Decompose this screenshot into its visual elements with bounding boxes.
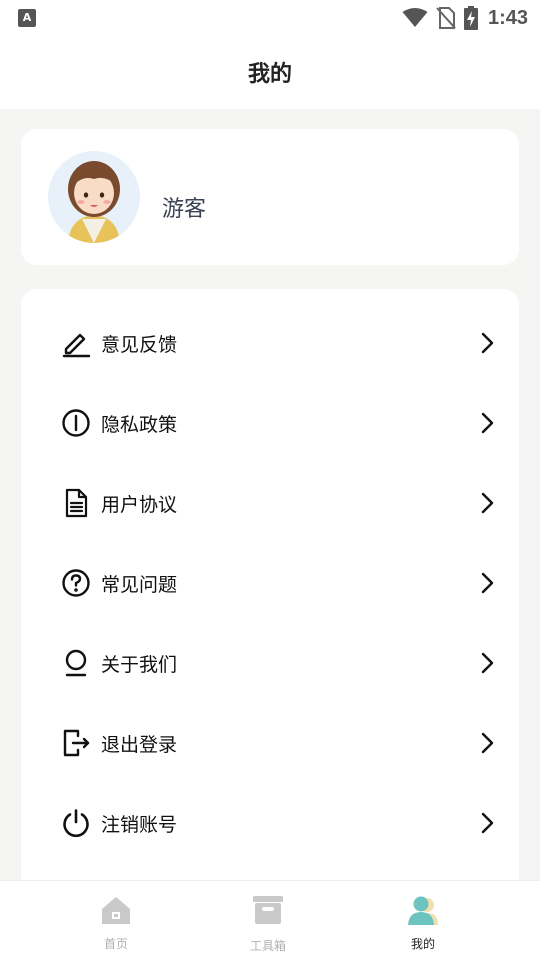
chevron-right-icon — [477, 731, 497, 755]
home-icon — [99, 893, 133, 927]
menu-item-label: 关于我们 — [101, 653, 178, 676]
tab-label: 我的 — [410, 937, 435, 951]
tab-label: 工具箱 — [249, 939, 286, 953]
chevron-right-icon — [477, 491, 497, 515]
toolbox-icon — [251, 893, 285, 927]
menu-item-label: 用户协议 — [101, 493, 178, 516]
tab-toolbox[interactable]: 工具箱 — [178, 881, 358, 960]
avatar-illustration — [68, 161, 120, 243]
chevron-right-icon — [477, 331, 497, 355]
page-title: 我的 — [247, 61, 292, 87]
battery-charging-icon — [463, 6, 478, 30]
wifi-icon — [402, 8, 428, 27]
menu-item-label: 意见反馈 — [101, 333, 178, 356]
profile-icon — [406, 893, 440, 927]
chevron-right-icon — [477, 571, 497, 595]
app-notification-icon: A — [18, 9, 36, 27]
status-time: 1:43 — [487, 6, 528, 29]
menu-item-feedback[interactable]: 意见反馈 — [21, 303, 519, 383]
status-icons: 1:43 — [402, 4, 528, 32]
info-circle-icon — [59, 406, 93, 440]
pen-icon — [59, 326, 93, 360]
chevron-right-icon — [477, 411, 497, 435]
menu-item-privacy-policy[interactable]: 隐私政策 — [21, 383, 519, 463]
document-icon — [59, 486, 93, 520]
menu-item-delete-account[interactable]: 注销账号 — [21, 783, 519, 863]
username[interactable]: 游客 — [162, 191, 206, 223]
menu-item-user-agreement[interactable]: 用户协议 — [21, 463, 519, 543]
profile-card[interactable]: 游客 — [21, 129, 519, 265]
chevron-right-icon — [477, 811, 497, 835]
person-outline-icon — [59, 646, 93, 680]
menu-item-label: 注销账号 — [101, 813, 178, 836]
question-circle-icon — [59, 566, 93, 600]
menu-item-logout[interactable]: 退出登录 — [21, 703, 519, 783]
status-bar: A 1:43 — [0, 0, 540, 36]
menu-item-label: 常见问题 — [101, 573, 178, 596]
chevron-right-icon — [477, 651, 497, 675]
tab-profile[interactable]: 我的 — [333, 881, 513, 960]
avatar[interactable] — [48, 151, 140, 243]
no-sim-icon — [436, 7, 456, 29]
menu-item-about-us[interactable]: 关于我们 — [21, 623, 519, 703]
menu-item-label: 退出登录 — [101, 733, 178, 756]
power-icon — [59, 806, 93, 840]
logout-icon — [59, 726, 93, 760]
menu-item-label: 隐私政策 — [101, 413, 178, 436]
bottom-tab-bar: 首页 工具箱 我的 — [0, 880, 540, 960]
page-header: 我的 — [0, 36, 540, 109]
menu-item-faq[interactable]: 常见问题 — [21, 543, 519, 623]
settings-menu: 意见反馈 隐私政策 用户协议 常见问题 关于我们 退出登录 注销账号 — [21, 289, 519, 909]
